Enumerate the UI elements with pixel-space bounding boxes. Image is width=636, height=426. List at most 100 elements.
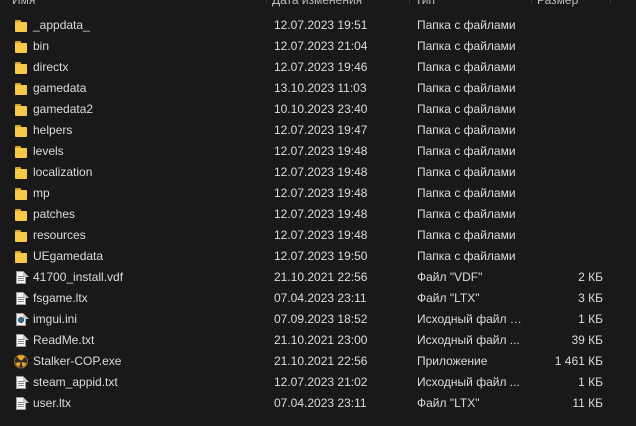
file-name: directx <box>33 60 69 74</box>
column-header-date[interactable]: Дата изменения <box>266 0 362 8</box>
file-name-cell[interactable]: fsgame.ltx <box>14 288 264 309</box>
file-size <box>530 120 603 141</box>
file-type: Папка с файлами <box>417 228 516 242</box>
file-name-cell[interactable]: _appdata_ <box>14 15 264 36</box>
file-row[interactable]: imgui.ini 07.09.2023 18:52 Исходный файл I… <box>0 309 636 330</box>
file-date: 21.10.2021 22:56 <box>274 270 368 284</box>
file-name-cell[interactable]: directx <box>14 57 264 78</box>
file-list: _appdata_ 12.07.2023 19:51 Папка с файлами… <box>0 15 636 414</box>
file-type: Папка с файлами <box>417 207 516 221</box>
file-name: localization <box>33 165 93 179</box>
file-date: 12.07.2023 19:50 <box>274 249 368 263</box>
file-row[interactable]: gamedata 13.10.2023 11:03 Папка с файлами <box>0 78 636 99</box>
file-row[interactable]: fsgame.ltx 07.04.2023 23:11 Файл "LTX" 3 КБ <box>0 288 636 309</box>
folder-icon <box>14 249 28 264</box>
folder-icon <box>14 144 28 159</box>
file-date: 12.07.2023 19:48 <box>274 144 368 158</box>
folder-icon <box>14 165 28 180</box>
file-type: Папка с файлами <box>417 60 516 74</box>
column-header-bar: Имя Дата изменения Тип Размер <box>0 0 636 8</box>
file-name-cell[interactable]: 41700_install.vdf <box>14 267 264 288</box>
file-row[interactable]: ReadMe.txt 21.10.2021 23:00 Исходный файл … <box>0 330 636 351</box>
file-name: fsgame.ltx <box>33 291 88 305</box>
file-name-cell[interactable]: Stalker-COP.exe <box>14 351 264 372</box>
folder-icon <box>14 186 28 201</box>
file-row[interactable]: bin 12.07.2023 21:04 Папка с файлами <box>0 36 636 57</box>
file-type: Папка с файлами <box>417 81 516 95</box>
file-icon <box>14 375 29 390</box>
file-icon <box>14 396 29 411</box>
file-size <box>530 141 603 162</box>
column-header-size[interactable]: Размер <box>531 0 578 8</box>
column-header-name[interactable]: Имя <box>6 0 35 8</box>
file-row[interactable]: user.ltx 07.04.2023 23:11 Файл "LTX" 11 КБ <box>0 393 636 414</box>
file-row[interactable]: Stalker-COP.exe 21.10.2021 22:56 Приложени… <box>0 351 636 372</box>
file-name: bin <box>33 39 50 53</box>
file-name-cell[interactable]: bin <box>14 36 264 57</box>
file-name-cell[interactable]: mp <box>14 183 264 204</box>
file-name: levels <box>33 144 64 158</box>
file-row[interactable]: steam_appid.txt 12.07.2023 21:02 Исходный … <box>0 372 636 393</box>
file-name: gamedata2 <box>33 102 94 116</box>
file-date: 07.04.2023 23:11 <box>274 291 367 305</box>
file-name: patches <box>33 207 76 221</box>
ini-file-icon <box>14 312 29 327</box>
file-row[interactable]: UEgamedata 12.07.2023 19:50 Папка с файлам… <box>0 246 636 267</box>
folder-icon <box>14 60 28 75</box>
file-name-cell[interactable]: levels <box>14 141 264 162</box>
folder-icon <box>14 228 28 243</box>
file-date: 21.10.2021 22:56 <box>274 354 368 368</box>
file-name-cell[interactable]: patches <box>14 204 264 225</box>
file-date: 12.07.2023 21:04 <box>274 39 368 53</box>
file-row[interactable]: mp 12.07.2023 19:48 Папка с файлами <box>0 183 636 204</box>
file-name-cell[interactable]: imgui.ini <box>14 309 264 330</box>
file-size <box>530 225 603 246</box>
file-type: Папка с файлами <box>417 249 516 263</box>
file-name-cell[interactable]: gamedata2 <box>14 99 264 120</box>
file-date: 12.07.2023 19:48 <box>274 228 368 242</box>
file-type: Исходный файл ... <box>417 375 520 389</box>
file-name-cell[interactable]: user.ltx <box>14 393 264 414</box>
file-date: 12.07.2023 19:48 <box>274 165 368 179</box>
file-name-cell[interactable]: gamedata <box>14 78 264 99</box>
file-size: 2 КБ <box>578 270 603 284</box>
file-type: Исходный файл I... <box>417 312 523 326</box>
file-name-cell[interactable]: UEgamedata <box>14 246 264 267</box>
file-type: Папка с файлами <box>417 165 516 179</box>
file-size: 11 КБ <box>572 396 603 410</box>
file-size: 3 КБ <box>578 291 603 305</box>
file-date: 07.09.2023 18:52 <box>274 312 368 326</box>
file-type: Папка с файлами <box>417 123 516 137</box>
file-name-cell[interactable]: resources <box>14 225 264 246</box>
folder-icon <box>14 207 28 222</box>
file-row[interactable]: _appdata_ 12.07.2023 19:51 Папка с файлами <box>0 15 636 36</box>
file-date: 21.10.2021 23:00 <box>274 333 368 347</box>
file-size <box>530 246 603 267</box>
file-name-cell[interactable]: ReadMe.txt <box>14 330 264 351</box>
file-date: 12.07.2023 19:47 <box>274 123 368 137</box>
file-name-cell[interactable]: helpers <box>14 120 264 141</box>
file-icon <box>14 291 29 306</box>
file-row[interactable]: helpers 12.07.2023 19:47 Папка с файлами <box>0 120 636 141</box>
file-row[interactable]: directx 12.07.2023 19:46 Папка с файлами <box>0 57 636 78</box>
file-size: 39 КБ <box>571 333 603 347</box>
file-name: user.ltx <box>33 396 72 410</box>
folder-icon <box>14 18 28 33</box>
file-name: imgui.ini <box>33 312 78 326</box>
column-header-type[interactable]: Тип <box>409 0 435 8</box>
file-row[interactable]: localization 12.07.2023 19:48 Папка с файл… <box>0 162 636 183</box>
file-row[interactable]: levels 12.07.2023 19:48 Папка с файлами <box>0 141 636 162</box>
file-size <box>530 162 603 183</box>
file-row[interactable]: gamedata2 10.10.2023 23:40 Папка с файлами <box>0 99 636 120</box>
file-size <box>530 204 603 225</box>
file-row[interactable]: 41700_install.vdf 21.10.2021 22:56 Файл "V… <box>0 267 636 288</box>
file-name-cell[interactable]: localization <box>14 162 264 183</box>
file-size <box>530 15 603 36</box>
file-size <box>530 36 603 57</box>
file-name: Stalker-COP.exe <box>33 354 122 368</box>
file-row[interactable]: patches 12.07.2023 19:48 Папка с файлами <box>0 204 636 225</box>
column-divider[interactable] <box>610 0 611 4</box>
file-date: 12.07.2023 19:51 <box>274 18 368 32</box>
file-row[interactable]: resources 12.07.2023 19:48 Папка с файлами <box>0 225 636 246</box>
file-name-cell[interactable]: steam_appid.txt <box>14 372 264 393</box>
